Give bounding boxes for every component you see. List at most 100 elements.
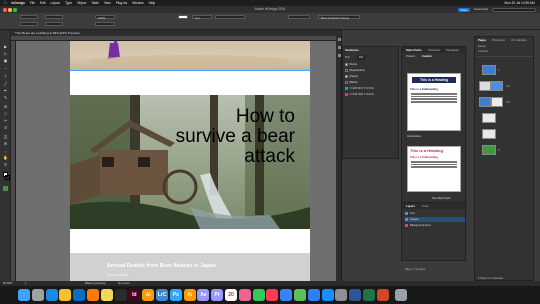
ai-app-icon[interactable]: Ai [142,288,155,301]
preview-mode-icon[interactable] [2,186,8,191]
chart-title[interactable]: Annual Deaths from Bear Attacks in Japan [107,263,216,269]
scissors-icon[interactable]: ✂ [3,118,9,123]
tint-field[interactable]: 100 [356,55,366,60]
ppt-app-icon[interactable] [376,288,389,301]
launchpad-app-icon[interactable] [31,288,44,301]
zoom-icon[interactable]: ⚲ [3,162,9,167]
tab-pages[interactable]: Pages [478,38,486,42]
style-pack-card[interactable]: This is a Heading This is a Subheading [407,73,461,131]
a-parent[interactable]: A-Parent [478,50,488,53]
scale-y-field[interactable] [95,22,115,26]
ai2-app-icon[interactable]: Ai [183,288,196,301]
page-thumbnail[interactable] [491,81,503,91]
tab-links[interactable]: Links [422,203,429,209]
eyedropper-icon[interactable]: ⌟ [3,148,9,153]
opacity-field[interactable] [288,15,310,19]
page-thumbnail[interactable] [482,65,496,75]
lrc-app-icon[interactable]: LrC [156,288,168,301]
stroke-panel-icon[interactable] [337,46,341,49]
layer-row[interactable]: Images [405,217,465,222]
chart-placeholder-frame[interactable]: Annual Deaths from Bear Attacks in Japan… [70,253,310,283]
stroke-weight-field[interactable]: 0 pt [192,15,212,20]
swatch-row[interactable]: [Black] [345,80,397,85]
hero-image-frame[interactable]: How to survive a bear attack [70,95,310,229]
notes-app-icon[interactable] [100,288,113,301]
style-pack-card[interactable]: This is a Heading This is a Subheading [407,146,461,192]
headline-text[interactable]: How to survive a bear attack [175,107,295,167]
vscode-app-icon[interactable] [73,288,86,301]
hand-icon[interactable]: ✋ [3,155,9,160]
page-thumbnail[interactable] [482,145,496,155]
rectangle-icon[interactable]: □ [3,111,9,116]
share-button[interactable]: Share [458,7,470,12]
page-thumbnail[interactable] [482,129,496,139]
object-style-field[interactable]: Base Graphics Frame] [318,15,360,20]
transform-icon[interactable]: ↺ [3,125,9,130]
id-app-icon[interactable]: Id [128,288,141,301]
finder-app-icon[interactable] [18,288,30,301]
scale-x-field[interactable]: 100% [95,15,115,20]
pencil-tool-icon[interactable]: ✎ [3,95,9,100]
terminal-app-icon[interactable] [114,288,127,301]
stroke-color-icon[interactable] [4,175,10,180]
swatch-row[interactable]: [Paper] [345,74,397,79]
sand-image-frame[interactable] [70,31,310,71]
swatch-row[interactable]: C=0 M=100 Y=0 K=0 [345,92,397,97]
swatch-row[interactable]: C=100 M=0 Y=0 K=0 [345,86,397,91]
ae-app-icon[interactable]: Ae [197,288,210,301]
safari-app-icon[interactable] [45,288,58,301]
pen-tool-icon[interactable]: ✒ [3,88,9,93]
photos-app-icon[interactable] [238,288,251,301]
layer-row[interactable]: Text [405,211,465,216]
swatch-row[interactable]: [None] [345,62,397,67]
fill-swatch[interactable] [178,15,188,19]
tab-layers[interactable]: Layers [406,203,415,209]
chart-caption[interactable]: Some caption [107,273,128,277]
workspace-switcher[interactable]: Essentials [474,6,488,13]
gradient-icon[interactable]: ◫ [3,134,9,139]
page-thumbnail[interactable] [479,97,491,107]
trash-app-icon[interactable] [394,288,407,301]
tab-style-packs[interactable]: Style Packs [406,47,422,53]
new-style-pack-button[interactable]: New Style Pack [432,197,450,200]
excel-app-icon[interactable] [363,288,375,301]
width-field[interactable] [45,15,63,19]
page-thumbnail[interactable] [479,81,491,91]
color-panel-icon[interactable] [337,54,341,57]
selection-tool-icon[interactable]: ▶ [3,44,9,49]
y-field[interactable] [20,22,38,26]
chrome-app-icon[interactable] [59,288,72,301]
maps-app-icon[interactable] [294,288,306,301]
layer-row[interactable]: Background items [405,223,465,228]
page-thumbnail[interactable] [491,97,503,107]
height-field[interactable] [45,22,63,26]
type-tool-icon[interactable]: T [3,74,9,79]
x-field[interactable] [20,15,38,19]
line-tool-icon[interactable]: ╱ [3,81,9,86]
messages-app-icon[interactable] [252,288,265,301]
word-app-icon[interactable] [349,288,362,301]
note-icon[interactable]: ✉ [3,141,9,146]
appstore-app-icon[interactable] [321,288,334,301]
page-thumbnail[interactable] [482,113,496,123]
rect-frame-icon[interactable]: ☒ [3,104,9,109]
tab-character[interactable]: Character [428,47,440,53]
xcode-app-icon[interactable] [307,288,320,301]
subtab-presets[interactable]: Presets [406,55,415,58]
settings-app-icon[interactable] [335,288,348,301]
gap-tool-icon[interactable]: ↔ [3,65,9,70]
firefox-app-icon[interactable] [87,288,99,301]
calendar-app-icon[interactable]: 20 [225,288,237,301]
ps-app-icon[interactable]: Ps [169,288,182,301]
tab-properties[interactable]: Properties [492,38,505,42]
tab-cc-libraries[interactable]: CC Libraries [511,38,527,42]
mail-app-icon[interactable] [280,288,293,301]
pr-app-icon[interactable]: Pr [211,288,224,301]
subtab-custom[interactable]: Custom [422,55,432,58]
swatches-panel-icon[interactable] [337,38,341,41]
stroke-type-field[interactable] [215,15,245,19]
none-parent[interactable]: [None] [478,45,486,48]
direct-selection-icon[interactable]: ▷ [3,51,9,56]
swatch-row[interactable]: [Registration] [345,68,397,73]
page-tool-icon[interactable]: ▣ [3,58,9,63]
